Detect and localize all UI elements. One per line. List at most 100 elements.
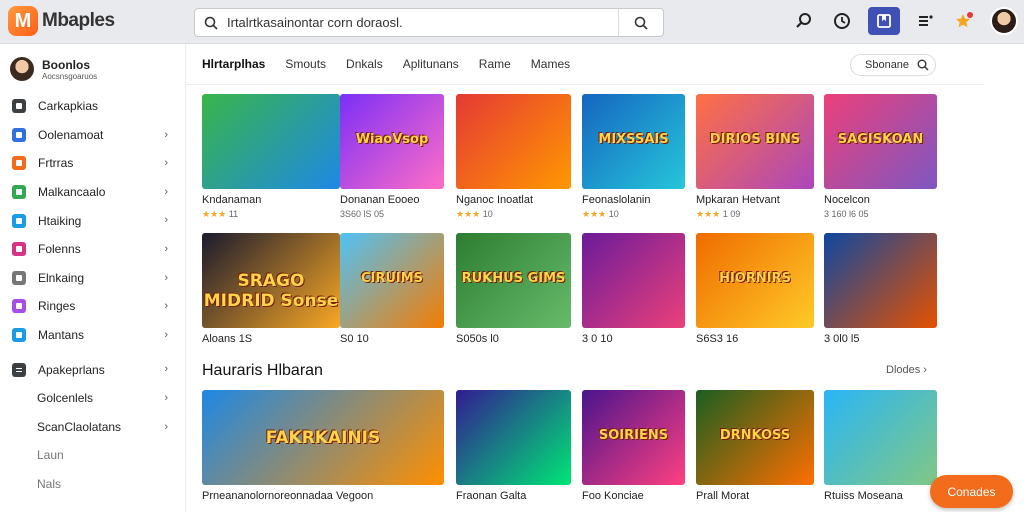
game-title[interactable]: Aloans 1S bbox=[202, 333, 340, 345]
profile-subtitle: Aocsnsgoaruos bbox=[42, 71, 98, 81]
thumbnail-title: SAGISKOAN bbox=[837, 132, 924, 147]
game-card[interactable]: Rtuiss Moseana bbox=[824, 390, 937, 502]
game-card[interactable]: Kndanaman ★★★ 11 bbox=[202, 94, 340, 220]
search-icon bbox=[917, 59, 929, 74]
thumbnail-title: DRNKOSS bbox=[719, 428, 791, 443]
game-title[interactable]: Feonaslolanin bbox=[582, 194, 685, 206]
game-thumbnail[interactable]: SAGISKOAN bbox=[824, 94, 937, 189]
game-thumbnail[interactable]: SOIRIENS bbox=[582, 390, 685, 485]
app-logo[interactable]: M Mbaples bbox=[8, 6, 115, 36]
sidebar-item[interactable]: Golcenlels › bbox=[0, 384, 186, 413]
sidebar-item[interactable]: Laun bbox=[0, 441, 186, 470]
chevron-right-icon: › bbox=[164, 420, 168, 433]
sidebar-item[interactable]: Carkapkias bbox=[0, 92, 186, 121]
chevron-right-icon: › bbox=[164, 242, 168, 255]
tab-0[interactable]: Hlrtarplhas bbox=[202, 57, 265, 71]
game-title[interactable]: Mpkaran Hetvant bbox=[696, 194, 814, 206]
game-thumbnail[interactable]: SRAGO MIDRID Sonse bbox=[202, 233, 340, 328]
game-card[interactable]: Fraonan Galta bbox=[456, 390, 571, 502]
tab-1[interactable]: Smouts bbox=[285, 57, 326, 71]
game-title[interactable]: Fraonan Galta bbox=[456, 490, 571, 502]
game-card[interactable]: SRAGO MIDRID Sonse Aloans 1S bbox=[202, 233, 340, 345]
tab-4[interactable]: Rame bbox=[479, 57, 511, 71]
game-title[interactable]: Kndanaman bbox=[202, 194, 340, 206]
sidebar-item[interactable]: Htaiking › bbox=[0, 206, 186, 235]
game-title[interactable]: Nganoc Inoatlat bbox=[456, 194, 571, 206]
sidebar-item[interactable]: Nals bbox=[0, 470, 186, 499]
game-title[interactable]: 3 0l0 l5 bbox=[824, 333, 937, 345]
sidebar-item[interactable]: ScanClaolatans › bbox=[0, 413, 186, 442]
sidebar-item[interactable]: Malkancaalo › bbox=[0, 178, 186, 207]
tab-5[interactable]: Mames bbox=[531, 57, 570, 71]
sidebar-item[interactable]: Folenns › bbox=[0, 235, 186, 264]
profile[interactable]: Boonlos Aocsnsgoaruos bbox=[10, 57, 97, 81]
sidebar-item-label: Mantans bbox=[38, 328, 85, 343]
game-card[interactable]: 3 0l0 l5 bbox=[824, 233, 937, 345]
game-title[interactable]: Donanan Eooeo bbox=[340, 194, 444, 206]
game-card[interactable]: 3 0 10 bbox=[582, 233, 685, 345]
floating-action-button[interactable]: Conades bbox=[930, 475, 1013, 508]
game-card[interactable]: FAKRKAINIS Prneananolornoreonnadaa Vegoo… bbox=[202, 390, 444, 502]
game-title[interactable]: Nocelcon bbox=[824, 194, 937, 206]
game-card[interactable]: RUKHUS GIMS S050s l0 bbox=[456, 233, 571, 345]
library-icon[interactable] bbox=[868, 7, 900, 35]
game-card[interactable]: DRNKOSS Prall Morat bbox=[696, 390, 814, 502]
logo-text: Mbaples bbox=[42, 10, 115, 31]
history-icon[interactable] bbox=[830, 9, 854, 33]
chevron-right-icon: › bbox=[164, 185, 168, 198]
game-card[interactable]: HIORNIRS S6S3 16 bbox=[696, 233, 814, 345]
search-button[interactable] bbox=[618, 9, 663, 36]
game-card[interactable]: SAGISKOAN Nocelcon 3 160 l6 05 bbox=[824, 94, 937, 219]
game-thumbnail[interactable]: HIORNIRS bbox=[696, 233, 814, 328]
game-thumbnail[interactable] bbox=[824, 390, 937, 485]
game-thumbnail[interactable]: MIXSSAIS bbox=[582, 94, 685, 189]
thumbnail-title: SRAGO MIDRID Sonse bbox=[203, 271, 339, 311]
game-card[interactable]: MIXSSAIS Feonaslolanin ★★★ 10 bbox=[582, 94, 685, 220]
sidebar-item-label: Ringes bbox=[38, 299, 76, 314]
game-thumbnail[interactable] bbox=[456, 94, 571, 189]
search-icon bbox=[195, 9, 227, 36]
game-card[interactable]: Nganoc Inoatlat ★★★ 10 bbox=[456, 94, 571, 220]
sidebar-item[interactable]: Mantans › bbox=[0, 321, 186, 350]
sidebar-item-label: Golcenlels bbox=[37, 391, 94, 406]
star-badge-icon[interactable] bbox=[952, 9, 976, 33]
game-title[interactable]: Prneananolornoreonnadaa Vegoon bbox=[202, 490, 444, 502]
sidebar-item[interactable]: Oolenamoat › bbox=[0, 121, 186, 150]
thumbnail-title: CIRUIMS bbox=[360, 271, 424, 286]
game-thumbnail[interactable] bbox=[202, 94, 340, 189]
game-thumbnail[interactable]: CIRUIMS bbox=[340, 233, 444, 328]
sidebar-item[interactable]: Ringes › bbox=[0, 292, 186, 321]
tab-2[interactable]: Dnkals bbox=[346, 57, 383, 71]
game-title[interactable]: Prall Morat bbox=[696, 490, 814, 502]
game-card[interactable]: CIRUIMS S0 10 bbox=[340, 233, 444, 345]
game-card[interactable]: SOIRIENS Foo Konciae bbox=[582, 390, 685, 502]
sidebar-item[interactable]: Apakeprlans › bbox=[0, 355, 186, 384]
game-title[interactable]: S0 10 bbox=[340, 333, 444, 345]
game-thumbnail[interactable] bbox=[456, 390, 571, 485]
menu-icon[interactable] bbox=[914, 9, 938, 33]
search-input[interactable] bbox=[227, 10, 618, 35]
game-thumbnail[interactable] bbox=[582, 233, 685, 328]
user-avatar[interactable] bbox=[990, 7, 1018, 35]
game-title[interactable]: S6S3 16 bbox=[696, 333, 814, 345]
game-thumbnail[interactable]: DRNKOSS bbox=[696, 390, 814, 485]
game-card[interactable]: DIRIOS BINS Mpkaran Hetvant ★★★ 1 09 bbox=[696, 94, 814, 220]
game-thumbnail[interactable]: DIRIOS BINS bbox=[696, 94, 814, 189]
game-thumbnail[interactable]: RUKHUS GIMS bbox=[456, 233, 571, 328]
game-card[interactable]: WiaoVsop Donanan Eooeo 3S60 lS 05 bbox=[340, 94, 444, 219]
sidebar-item[interactable]: Elnkaing › bbox=[0, 264, 186, 293]
game-title[interactable]: 3 0 10 bbox=[582, 333, 685, 345]
game-title[interactable]: Rtuiss Moseana bbox=[824, 490, 937, 502]
sidebar-item-icon bbox=[12, 127, 26, 142]
tab-3[interactable]: Aplitunans bbox=[403, 57, 459, 71]
game-thumbnail[interactable]: WiaoVsop bbox=[340, 94, 444, 189]
game-title[interactable]: Foo Konciae bbox=[582, 490, 685, 502]
sidebar-item-label: Laun bbox=[37, 448, 64, 463]
see-more-link[interactable]: Dlodes › bbox=[886, 364, 927, 376]
sort-dropdown[interactable]: Sbonane bbox=[850, 54, 936, 76]
game-thumbnail[interactable]: FAKRKAINIS bbox=[202, 390, 444, 485]
sidebar-item[interactable]: Frtrras › bbox=[0, 149, 186, 178]
magnify-icon[interactable] bbox=[792, 9, 816, 33]
game-thumbnail[interactable] bbox=[824, 233, 937, 328]
game-title[interactable]: S050s l0 bbox=[456, 333, 571, 345]
